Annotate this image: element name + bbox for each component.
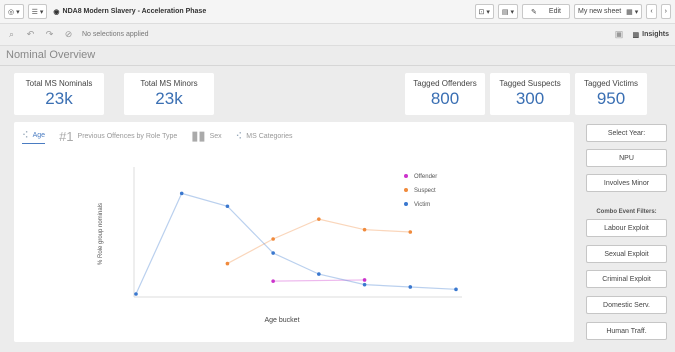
data-point-victim[interactable] [408, 285, 413, 289]
domestic-serv-button[interactable]: Domestic Serv. [586, 296, 667, 314]
selections-tool-icon[interactable]: ▣ [614, 29, 625, 40]
labour-exploit-button[interactable]: Labour Exploit [586, 219, 667, 237]
data-point-suspect[interactable] [271, 237, 275, 241]
clear-selections-icon[interactable]: ⊘ [63, 29, 74, 40]
legend-label-victim[interactable]: Victim [414, 202, 430, 208]
x-axis-label: Age bucket [264, 317, 299, 324]
chevron-down-icon: ▾ [486, 8, 490, 16]
smart-search-icon[interactable]: ⌕ [6, 29, 17, 40]
series-line-victim [135, 192, 457, 295]
sheet-title: Nominal Overview [6, 49, 96, 61]
step-back-icon[interactable]: ↶ [25, 29, 36, 40]
data-point-victim[interactable] [179, 191, 184, 196]
app-toolbar: ◎ ▾ ☰ ▾ ◉ NDA8 Modern Slavery - Acceleratio… [0, 0, 675, 24]
data-point-offender[interactable] [271, 279, 275, 283]
kpi-label: Total MS Minors [140, 79, 198, 88]
bookmark-button[interactable]: ⊡ ▾ [474, 4, 494, 19]
sheet-grid-icon: ▦ [626, 8, 633, 16]
kpi-label: Total MS Nominals [25, 79, 93, 88]
data-point-suspect[interactable] [317, 217, 321, 221]
selection-bar: ⌕ ↶ ↷ ⊘ No selections applied ▣ ▥ Insight… [0, 24, 675, 46]
y-axis-label: % Role group nominals [98, 203, 104, 265]
legend-marker-suspect [404, 188, 408, 192]
data-point-victim[interactable] [271, 251, 275, 255]
global-menu-button[interactable]: ◎ ▾ [4, 4, 24, 19]
chevron-right-icon: › [664, 8, 667, 15]
data-point-victim[interactable] [317, 272, 321, 276]
kpi-total-nominals[interactable]: Total MS Nominals 23k [14, 73, 104, 115]
involves-minor-button[interactable]: Involves Minor [586, 174, 667, 192]
sheet-list-button[interactable]: ☰ ▾ [27, 4, 48, 19]
legend-marker-victim [404, 202, 408, 206]
app-title: ◉ NDA8 Modern Slavery - Acceleration Phas… [53, 8, 207, 16]
kpi-label: Tagged Offenders [413, 79, 477, 88]
compass-icon: ◎ [8, 8, 15, 16]
bookmark-icon: ⊡ [478, 8, 485, 16]
chevron-down-icon: ▾ [39, 8, 44, 16]
human-traff-button[interactable]: Human Traff. [586, 322, 667, 340]
data-point-victim[interactable] [454, 287, 458, 292]
step-forward-icon[interactable]: ↷ [44, 29, 55, 40]
kpi-tagged-offenders[interactable]: Tagged Offenders 800 [405, 73, 485, 115]
kpi-tagged-victims[interactable]: Tagged Victims 950 [575, 73, 647, 115]
kpi-label: Tagged Victims [583, 79, 639, 88]
kpi-tagged-suspects[interactable]: Tagged Suspects 300 [490, 73, 570, 115]
previous-sheet-button[interactable]: ‹ [646, 4, 657, 19]
kpi-value: 950 [596, 89, 626, 108]
kpi-value: 800 [430, 89, 460, 108]
kpi-value: 23k [45, 89, 73, 108]
insights-button[interactable]: ▥ Insights [633, 31, 669, 39]
criminal-exploit-button[interactable]: Criminal Exploit [586, 270, 667, 288]
chevron-down-icon: ▾ [510, 8, 515, 16]
clipboard-icon: ▤ [501, 8, 509, 16]
combo-filters-label: Combo Event Filters: [596, 209, 657, 215]
list-icon: ☰ [31, 8, 38, 16]
kpi-total-minors[interactable]: Total MS Minors 23k [124, 73, 214, 115]
title-divider [0, 65, 675, 66]
insights-icon: ▥ [632, 31, 640, 39]
age-line-chart[interactable]: % Role group nominals Age bucket Offende… [14, 122, 574, 342]
next-sheet-button[interactable]: › [660, 4, 671, 19]
series-line-suspect [227, 218, 411, 265]
data-point-victim[interactable] [362, 282, 367, 287]
pencil-icon: ✎ [531, 8, 537, 16]
edit-button[interactable]: ✎ Edit [522, 4, 570, 19]
legend-label-suspect[interactable]: Suspect [414, 188, 436, 194]
data-point-suspect[interactable] [225, 261, 230, 266]
chevron-down-icon: ▾ [634, 8, 639, 16]
kpi-value: 23k [155, 89, 183, 108]
data-point-suspect[interactable] [408, 230, 413, 234]
kpi-label: Tagged Suspects [499, 79, 561, 88]
sheet-selector[interactable]: My new sheet ▦ ▾ [573, 4, 643, 19]
data-point-suspect[interactable] [362, 227, 367, 232]
share-button[interactable]: ▤ ▾ [497, 4, 519, 19]
kpi-value: 300 [515, 89, 545, 108]
legend-label-offender[interactable]: Offender [414, 174, 437, 180]
sexual-exploit-button[interactable]: Sexual Exploit [586, 245, 667, 263]
chart-panel: ⠪ Age #1 Previous Offences by Role Type … [14, 122, 574, 342]
selection-status: No selections applied [82, 31, 149, 38]
data-point-victim[interactable] [225, 204, 230, 209]
legend-marker-offender [404, 174, 408, 178]
chevron-left-icon: ‹ [650, 8, 653, 15]
select-year-button[interactable]: Select Year: [586, 124, 667, 142]
npu-button[interactable]: NPU [586, 149, 667, 167]
data-point-victim[interactable] [134, 292, 138, 296]
app-icon: ◉ [53, 8, 60, 16]
data-point-offender[interactable] [362, 278, 367, 282]
chevron-down-icon: ▾ [16, 8, 20, 16]
